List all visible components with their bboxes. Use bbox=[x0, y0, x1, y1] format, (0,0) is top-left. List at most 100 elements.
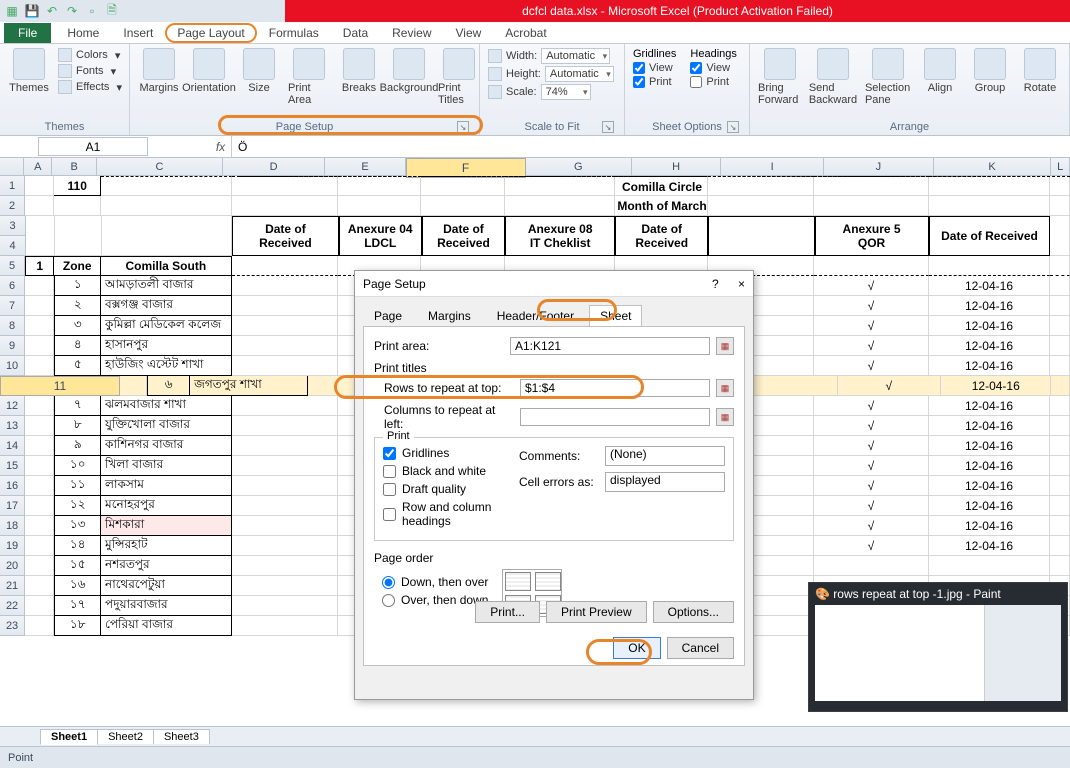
cols-repeat-input[interactable] bbox=[520, 408, 710, 426]
bw-check[interactable] bbox=[383, 465, 396, 478]
headings-view-check[interactable] bbox=[690, 62, 702, 74]
comments-label: Comments: bbox=[519, 449, 599, 463]
options-button[interactable]: Options... bbox=[653, 601, 734, 623]
dlg-tab-sheet[interactable]: Sheet bbox=[589, 305, 642, 326]
bring-forward-button[interactable]: Bring Forward bbox=[758, 48, 801, 106]
dlg-tab-page[interactable]: Page bbox=[363, 305, 413, 326]
redo-icon[interactable]: ↷ bbox=[64, 3, 80, 19]
cell[interactable] bbox=[25, 196, 54, 216]
cell[interactable] bbox=[54, 196, 101, 216]
sheet-options-launcher[interactable]: ↘ bbox=[727, 121, 739, 133]
cell[interactable] bbox=[101, 176, 232, 196]
scale-spin[interactable]: 74% bbox=[541, 84, 591, 100]
print-area-picker[interactable]: ▦ bbox=[716, 337, 734, 355]
rows-repeat-picker[interactable]: ▦ bbox=[716, 379, 734, 397]
size-button[interactable]: Size bbox=[238, 48, 280, 94]
print-preview-button[interactable]: Print Preview bbox=[546, 601, 647, 623]
col-g[interactable]: G bbox=[526, 158, 632, 175]
sheet-tab-2[interactable]: Sheet2 bbox=[97, 729, 154, 744]
height-select[interactable]: Automatic bbox=[545, 66, 614, 82]
tab-view[interactable]: View bbox=[444, 23, 494, 43]
group-sheet-options: Sheet Options↘ bbox=[633, 119, 741, 133]
tab-data[interactable]: Data bbox=[331, 23, 380, 43]
tab-page-layout[interactable]: Page Layout bbox=[165, 23, 256, 43]
print-titles-button[interactable]: Print Titles bbox=[438, 48, 480, 106]
effects-button[interactable]: Effects ▾ bbox=[58, 80, 122, 94]
breaks-button[interactable]: Breaks bbox=[338, 48, 380, 94]
col-a[interactable]: A bbox=[24, 158, 52, 175]
cell[interactable]: 110 bbox=[54, 176, 101, 196]
tab-acrobat[interactable]: Acrobat bbox=[493, 23, 558, 43]
gridlines-check[interactable] bbox=[383, 447, 396, 460]
formula-input[interactable] bbox=[232, 136, 1070, 157]
col-f[interactable]: F bbox=[406, 158, 526, 178]
cell[interactable] bbox=[25, 176, 54, 196]
col-e[interactable]: E bbox=[325, 158, 405, 175]
dlg-tab-margins[interactable]: Margins bbox=[417, 305, 482, 326]
draft-check[interactable] bbox=[383, 483, 396, 496]
file-tab[interactable]: File bbox=[4, 23, 51, 43]
select-all-corner[interactable] bbox=[0, 158, 24, 175]
save-icon[interactable]: 💾 bbox=[24, 3, 40, 19]
row-header[interactable]: 2 bbox=[0, 196, 25, 216]
themes-button[interactable]: Themes bbox=[8, 48, 50, 94]
selection-pane-button[interactable]: Selection Pane bbox=[865, 48, 911, 106]
col-l[interactable]: L bbox=[1051, 158, 1070, 175]
col-h[interactable]: H bbox=[632, 158, 721, 175]
page-setup-launcher[interactable]: ↘ bbox=[457, 121, 469, 133]
rows-repeat-input[interactable] bbox=[520, 379, 710, 397]
new-icon[interactable]: ▫ bbox=[84, 3, 100, 19]
tab-formulas[interactable]: Formulas bbox=[257, 23, 331, 43]
headings-print-check[interactable] bbox=[690, 76, 702, 88]
comments-select[interactable]: (None) bbox=[605, 446, 725, 466]
formula-bar: A1 fx bbox=[0, 136, 1070, 158]
col-b[interactable]: B bbox=[52, 158, 97, 175]
col-d[interactable]: D bbox=[223, 158, 326, 175]
send-backward-button[interactable]: Send Backward bbox=[809, 48, 857, 106]
dialog-close[interactable]: × bbox=[738, 277, 745, 291]
print-preview-icon[interactable]: 🗎 bbox=[104, 3, 120, 19]
background-button[interactable]: Background bbox=[388, 48, 430, 94]
gridlines-print-check[interactable] bbox=[633, 76, 645, 88]
down-then-over-radio[interactable] bbox=[382, 576, 395, 589]
cols-repeat-picker[interactable]: ▦ bbox=[716, 408, 734, 426]
col-c[interactable]: C bbox=[97, 158, 223, 175]
dialog-help[interactable]: ? bbox=[712, 277, 719, 291]
fonts-button[interactable]: Fonts ▾ bbox=[58, 64, 122, 78]
print-button[interactable]: Print... bbox=[475, 601, 540, 623]
col-j[interactable]: J bbox=[824, 158, 934, 175]
print-area-button[interactable]: Print Area bbox=[288, 48, 330, 106]
cancel-button[interactable]: Cancel bbox=[667, 637, 734, 659]
gridlines-view-check[interactable] bbox=[633, 62, 645, 74]
name-box[interactable]: A1 bbox=[38, 137, 148, 156]
row-header[interactable]: 1 bbox=[0, 176, 25, 196]
dialog-title: Page Setup bbox=[363, 277, 426, 291]
print-area-input[interactable] bbox=[510, 337, 710, 355]
status-text: Point bbox=[8, 752, 33, 764]
align-button[interactable]: Align bbox=[919, 48, 961, 94]
window-title: dcfcl data.xlsx - Microsoft Excel (Produ… bbox=[285, 0, 1070, 22]
width-select[interactable]: Automatic bbox=[541, 48, 610, 64]
orientation-button[interactable]: Orientation bbox=[188, 48, 230, 94]
over-then-down-radio[interactable] bbox=[382, 594, 395, 607]
tab-insert[interactable]: Insert bbox=[111, 23, 165, 43]
col-i[interactable]: I bbox=[721, 158, 824, 175]
cell[interactable] bbox=[101, 196, 232, 216]
undo-icon[interactable]: ↶ bbox=[44, 3, 60, 19]
rch-check[interactable] bbox=[383, 508, 396, 521]
fx-button[interactable]: fx bbox=[210, 136, 232, 157]
tab-review[interactable]: Review bbox=[380, 23, 443, 43]
errors-select[interactable]: displayed bbox=[605, 472, 725, 492]
paint-thumbnail[interactable]: 🎨 rows repeat at top -1.jpg - Paint bbox=[808, 582, 1068, 712]
margins-button[interactable]: Margins bbox=[138, 48, 180, 94]
ok-button[interactable]: OK bbox=[613, 637, 660, 659]
colors-button[interactable]: Colors ▾ bbox=[58, 48, 122, 62]
dlg-tab-header-footer[interactable]: Header/Footer bbox=[486, 305, 585, 326]
rotate-button[interactable]: Rotate bbox=[1019, 48, 1061, 94]
tab-home[interactable]: Home bbox=[55, 23, 111, 43]
scale-launcher[interactable]: ↘ bbox=[602, 121, 614, 133]
sheet-tab-1[interactable]: Sheet1 bbox=[40, 729, 98, 745]
group-button[interactable]: Group bbox=[969, 48, 1011, 94]
sheet-tab-3[interactable]: Sheet3 bbox=[153, 729, 210, 744]
col-k[interactable]: K bbox=[934, 158, 1051, 175]
